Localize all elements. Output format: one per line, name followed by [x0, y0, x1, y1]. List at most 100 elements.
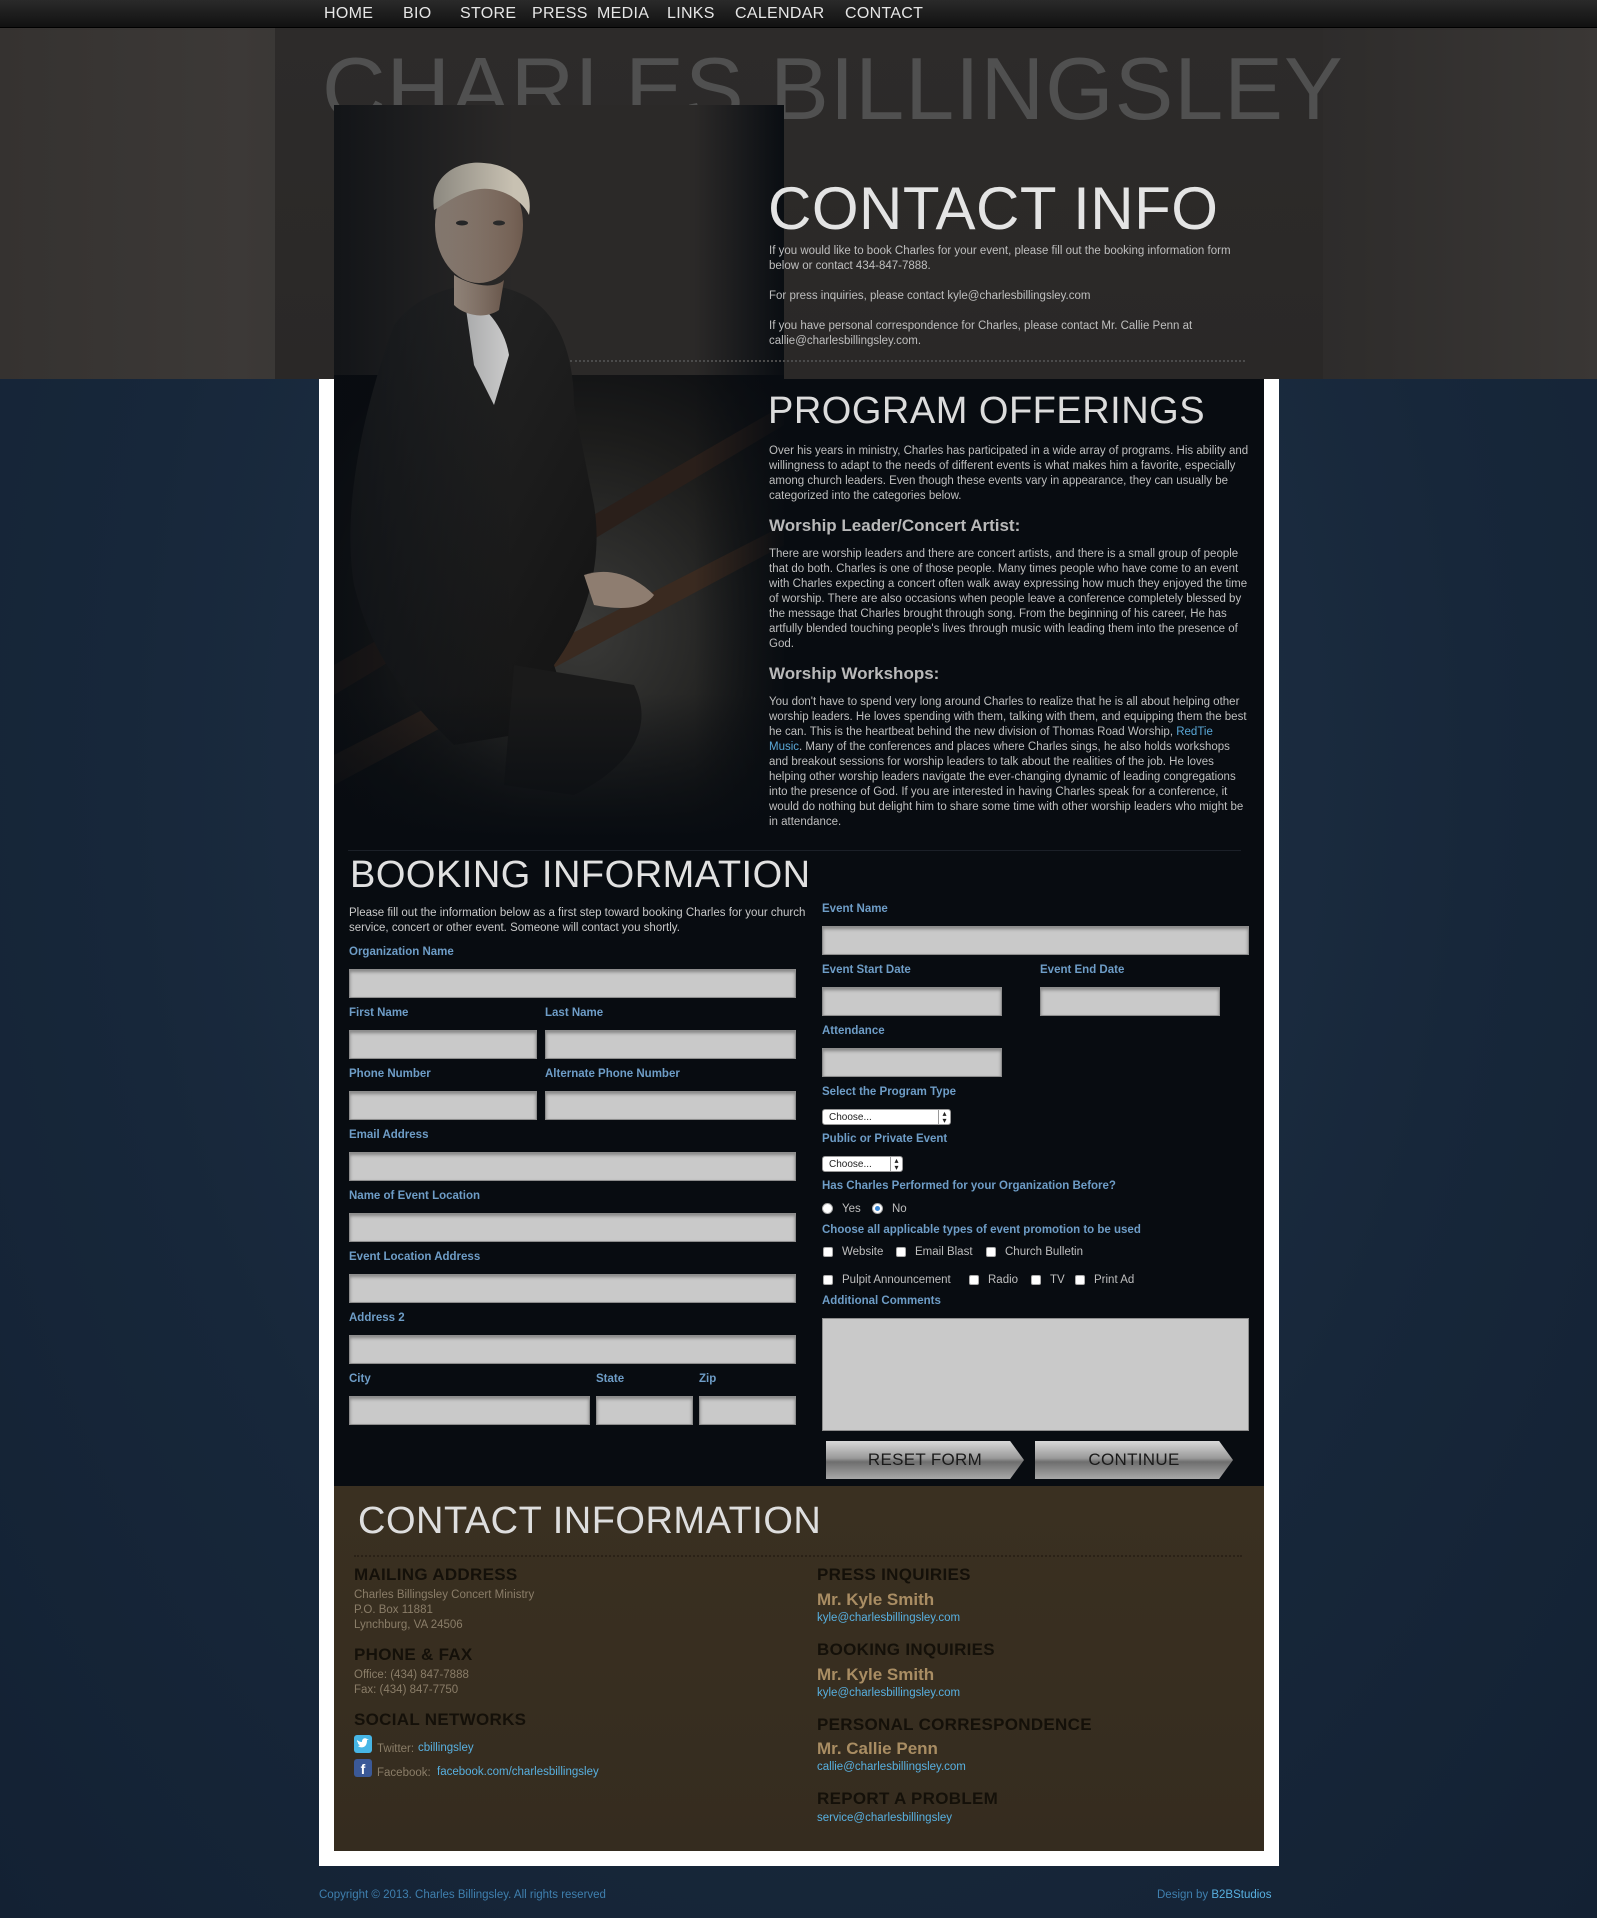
- nav-item-calendar[interactable]: CALENDAR: [735, 5, 825, 23]
- zip-label: Zip: [699, 1373, 717, 1385]
- print-ad-label: Print Ad: [1094, 1274, 1135, 1286]
- nav-item-store[interactable]: STORE: [460, 5, 516, 23]
- press-email-link[interactable]: kyle@charlesbillingsley.com: [817, 1612, 960, 1624]
- performed-yes-label: Yes: [842, 1203, 861, 1215]
- social-networks-heading: SOCIAL NETWORKS: [354, 1710, 527, 1729]
- location-name-input[interactable]: [349, 1213, 796, 1242]
- twitter-icon[interactable]: [354, 1735, 372, 1753]
- city-input[interactable]: [349, 1396, 590, 1425]
- comments-textarea[interactable]: [822, 1318, 1249, 1431]
- pulpit-announcement-checkbox[interactable]: [823, 1275, 833, 1285]
- radio-label: Radio: [988, 1274, 1019, 1286]
- end-date-input[interactable]: [1040, 987, 1220, 1016]
- performed-before-label: Has Charles Performed for your Organizat…: [822, 1180, 1116, 1192]
- phone-label: Phone Number: [349, 1068, 431, 1080]
- worship-leader-text: There are worship leaders and there are …: [769, 548, 1248, 650]
- facebook-icon[interactable]: f: [354, 1759, 372, 1777]
- state-input[interactable]: [596, 1396, 693, 1425]
- church-bulletin-checkbox[interactable]: [986, 1247, 996, 1257]
- performed-yes-radio[interactable]: [822, 1203, 833, 1214]
- event-name-label: Event Name: [822, 903, 888, 915]
- event-name-input[interactable]: [822, 926, 1249, 955]
- church-bulletin-label: Church Bulletin: [1005, 1246, 1083, 1258]
- nav-item-bio[interactable]: BIO: [403, 5, 431, 23]
- booking-intro-text: Please fill out the information below as…: [349, 907, 806, 934]
- press-inquiries-heading: PRESS INQUIRIES: [817, 1565, 971, 1584]
- phone-input[interactable]: [349, 1091, 537, 1120]
- worship-workshops-text: You don't have to spend very long around…: [769, 695, 1249, 830]
- copyright-text: Copyright © 2013. Charles Billingsley. A…: [319, 1889, 606, 1901]
- comments-label: Additional Comments: [822, 1295, 941, 1307]
- booking-inquiries-heading: BOOKING INQUIRIES: [817, 1640, 995, 1659]
- public-private-select[interactable]: Choose... ▴ ▾: [822, 1156, 903, 1172]
- org-name-input[interactable]: [349, 969, 796, 998]
- email-blast-checkbox[interactable]: [896, 1247, 906, 1257]
- email-label: Email Address: [349, 1129, 429, 1141]
- zip-input[interactable]: [699, 1396, 796, 1425]
- header-dotted-divider: [570, 360, 1245, 362]
- website-checkbox[interactable]: [823, 1247, 833, 1257]
- pulpit-announcement-label: Pulpit Announcement: [842, 1274, 951, 1286]
- nav-item-press[interactable]: PRESS: [532, 5, 588, 23]
- location-name-label: Name of Event Location: [349, 1190, 480, 1202]
- attendance-label: Attendance: [822, 1025, 885, 1037]
- location-address-input[interactable]: [349, 1274, 796, 1303]
- promotion-label: Choose all applicable types of event pro…: [822, 1224, 1141, 1236]
- design-credit-link[interactable]: B2BStudios: [1211, 1889, 1271, 1901]
- workshops-text-part-a: You don't have to spend very long around…: [769, 696, 1247, 738]
- print-ad-checkbox[interactable]: [1075, 1275, 1085, 1285]
- last-name-input[interactable]: [545, 1030, 796, 1059]
- program-offerings-title: PROGRAM OFFERINGS: [768, 390, 1206, 432]
- program-type-value: Choose...: [829, 1112, 872, 1123]
- address2-label: Address 2: [349, 1312, 405, 1324]
- email-input[interactable]: [349, 1152, 796, 1181]
- top-nav: HOME BIO STORE PRESS MEDIA LINKS CALENDA…: [0, 0, 1597, 28]
- personal-contact-name: Mr. Callie Penn: [817, 1739, 938, 1758]
- tv-checkbox[interactable]: [1031, 1275, 1041, 1285]
- alt-phone-label: Alternate Phone Number: [545, 1068, 680, 1080]
- mailing-line-2: P.O. Box 11881: [354, 1604, 433, 1616]
- first-name-input[interactable]: [349, 1030, 537, 1059]
- tv-label: TV: [1050, 1274, 1065, 1286]
- twitter-label: Twitter:: [377, 1743, 415, 1755]
- location-address-label: Event Location Address: [349, 1251, 481, 1263]
- program-type-select[interactable]: Choose... ▴ ▾: [822, 1109, 951, 1125]
- start-date-input[interactable]: [822, 987, 1002, 1016]
- nav-item-contact[interactable]: CONTACT: [845, 5, 923, 23]
- performed-no-radio[interactable]: [872, 1203, 883, 1214]
- alt-phone-input[interactable]: [545, 1091, 796, 1120]
- contact-info-personal-text: If you have personal correspondence for …: [769, 320, 1193, 347]
- office-phone: Office: (434) 847-7888: [354, 1669, 469, 1681]
- nav-item-links[interactable]: LINKS: [667, 5, 715, 23]
- nav-item-home[interactable]: HOME: [324, 5, 373, 23]
- artist-photo: [334, 105, 784, 840]
- select-arrows-icon: ▴ ▾: [938, 1110, 950, 1125]
- design-credit-prefix: Design by: [1157, 1889, 1212, 1901]
- twitter-link[interactable]: cbillingsley: [418, 1742, 474, 1754]
- facebook-label: Facebook:: [377, 1767, 431, 1779]
- city-label: City: [349, 1373, 371, 1385]
- booking-contact-name: Mr. Kyle Smith: [817, 1665, 935, 1684]
- press-contact-name: Mr. Kyle Smith: [817, 1590, 935, 1609]
- select-arrows-icon: ▴ ▾: [890, 1157, 902, 1172]
- booking-email-link[interactable]: kyle@charlesbillingsley.com: [817, 1687, 960, 1699]
- reset-form-button[interactable]: RESET FORM: [826, 1441, 1024, 1479]
- last-name-label: Last Name: [545, 1007, 604, 1019]
- workshops-text-part-b: . Many of the conferences and places whe…: [769, 741, 1244, 828]
- public-private-label: Public or Private Event: [822, 1133, 948, 1145]
- phone-fax-heading: PHONE & FAX: [354, 1645, 473, 1664]
- worship-workshops-heading: Worship Workshops:: [769, 664, 940, 683]
- org-name-label: Organization Name: [349, 946, 454, 958]
- problem-email-link[interactable]: service@charlesbillingsley: [817, 1812, 952, 1824]
- attendance-input[interactable]: [822, 1048, 1002, 1077]
- performed-no-label: No: [892, 1203, 907, 1215]
- continue-button[interactable]: CONTINUE: [1035, 1441, 1233, 1479]
- facebook-link[interactable]: facebook.com/charlesbillingsley: [437, 1766, 599, 1778]
- start-date-label: Event Start Date: [822, 964, 911, 976]
- public-private-value: Choose...: [829, 1159, 872, 1170]
- nav-item-media[interactable]: MEDIA: [597, 5, 649, 23]
- worship-leader-heading: Worship Leader/Concert Artist:: [769, 516, 1021, 535]
- address2-input[interactable]: [349, 1335, 796, 1364]
- radio-checkbox[interactable]: [969, 1275, 979, 1285]
- personal-email-link[interactable]: callie@charlesbillingsley.com: [817, 1761, 966, 1773]
